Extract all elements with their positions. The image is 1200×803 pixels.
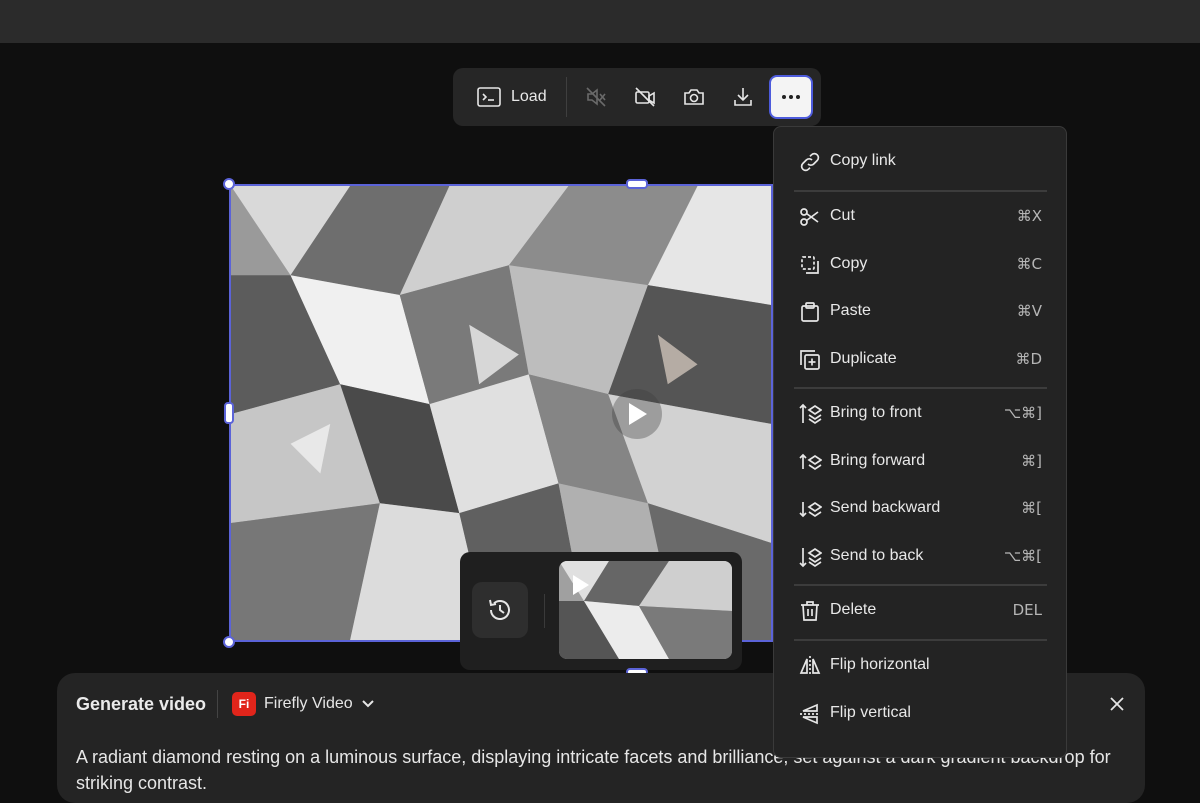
load-label: Load: [511, 88, 547, 105]
trash-icon: [801, 601, 819, 621]
flip-vertical-icon: [800, 703, 820, 725]
menu-shortcut: ⌥⌘[: [1003, 547, 1042, 565]
floating-toolbar: Load: [453, 68, 821, 126]
download-button[interactable]: [726, 80, 760, 114]
menu-item-send-to-back[interactable]: Send to back ⌥⌘[: [774, 539, 1066, 575]
menu-shortcut: ⌘D: [1015, 350, 1042, 368]
menu-shortcut: ⌘]: [1021, 452, 1042, 470]
menu-label: Delete: [830, 601, 877, 618]
flip-horizontal-icon: [799, 656, 821, 676]
resize-handle-top[interactable]: [626, 179, 648, 189]
send-backward-icon: [799, 501, 822, 518]
menu-item-flip-horizontal[interactable]: Flip horizontal: [774, 648, 1066, 684]
mute-icon: [586, 87, 606, 107]
menu-label: Cut: [830, 207, 855, 224]
model-name: Firefly Video: [264, 695, 353, 712]
download-icon: [734, 88, 752, 106]
firefly-logo: Fi: [232, 692, 256, 716]
send-to-back-icon: [799, 547, 822, 568]
menu-shortcut: ⌘X: [1016, 207, 1042, 225]
play-icon: [629, 403, 647, 425]
toolbar-divider: [566, 77, 567, 117]
close-icon: [1110, 697, 1124, 711]
menu-divider: [794, 584, 1047, 586]
menu-shortcut: ⌘C: [1016, 255, 1042, 273]
load-button[interactable]: Load: [469, 80, 555, 114]
resize-handle-top-left[interactable]: [223, 178, 235, 190]
version-thumbnail[interactable]: [559, 561, 732, 659]
no-camera-button[interactable]: [628, 80, 662, 114]
menu-label: Paste: [830, 302, 871, 319]
history-divider: [544, 594, 545, 628]
more-options-button[interactable]: [769, 75, 813, 119]
snapshot-button[interactable]: [677, 80, 711, 114]
play-button[interactable]: [612, 389, 662, 439]
bring-to-front-icon: [799, 403, 822, 425]
menu-divider: [794, 639, 1047, 641]
menu-label: Flip vertical: [830, 704, 911, 721]
thumbnail-image: [559, 561, 732, 659]
menu-item-flip-vertical[interactable]: Flip vertical: [774, 696, 1066, 732]
menu-item-copy-link[interactable]: Copy link: [774, 144, 1066, 180]
menu-label: Bring to front: [830, 404, 922, 421]
bring-forward-icon: [799, 453, 822, 471]
menu-item-paste[interactable]: Paste ⌘V: [774, 294, 1066, 330]
menu-label: Flip horizontal: [830, 656, 930, 673]
history-icon: [489, 599, 510, 620]
no-camera-icon: [635, 87, 655, 107]
menu-shortcut: DEL: [1012, 601, 1042, 619]
link-icon: [800, 152, 820, 172]
context-menu: Copy link Cut ⌘X Copy ⌘C Paste ⌘V Duplic…: [773, 126, 1067, 758]
menu-shortcut: ⌘V: [1016, 302, 1042, 320]
history-button[interactable]: [472, 582, 528, 638]
menu-label: Duplicate: [830, 350, 897, 367]
clipboard-icon: [801, 302, 819, 322]
menu-divider: [794, 190, 1047, 192]
menu-item-delete[interactable]: Delete DEL: [774, 593, 1066, 629]
menu-item-bring-to-front[interactable]: Bring to front ⌥⌘]: [774, 396, 1066, 432]
terminal-icon: [477, 87, 501, 107]
copy-icon: [801, 256, 819, 274]
menu-label: Copy: [830, 255, 868, 272]
version-history-panel: [460, 552, 742, 670]
resize-handle-bottom-left[interactable]: [223, 636, 235, 648]
menu-label: Send backward: [830, 499, 941, 516]
menu-item-cut[interactable]: Cut ⌘X: [774, 199, 1066, 235]
panel-divider: [217, 690, 218, 718]
camera-icon: [684, 89, 704, 105]
menu-label: Copy link: [830, 152, 896, 169]
more-icon: [782, 95, 800, 99]
close-panel-button[interactable]: [1107, 694, 1127, 714]
menu-item-send-backward[interactable]: Send backward ⌘[: [774, 491, 1066, 527]
menu-shortcut: ⌘[: [1021, 499, 1042, 517]
menu-item-copy[interactable]: Copy ⌘C: [774, 247, 1066, 283]
menu-divider: [794, 387, 1047, 389]
chevron-down-icon: [361, 700, 374, 708]
menu-item-bring-forward[interactable]: Bring forward ⌘]: [774, 444, 1066, 480]
menu-item-duplicate[interactable]: Duplicate ⌘D: [774, 342, 1066, 378]
menu-label: Bring forward: [830, 452, 926, 469]
resize-handle-left[interactable]: [224, 402, 234, 424]
menu-label: Send to back: [830, 547, 924, 564]
duplicate-icon: [800, 350, 820, 370]
scissors-icon: [800, 208, 819, 226]
top-bar: [0, 0, 1200, 43]
menu-shortcut: ⌥⌘]: [1003, 404, 1042, 422]
mute-button[interactable]: [579, 80, 613, 114]
panel-title: Generate video: [76, 694, 207, 714]
model-selector[interactable]: Fi Firefly Video: [232, 692, 375, 716]
